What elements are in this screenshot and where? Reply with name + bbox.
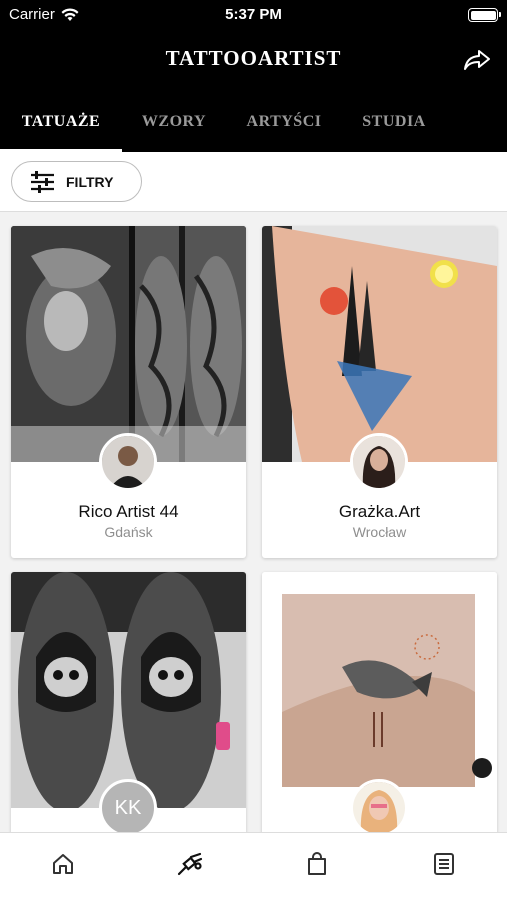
bottom-nav: [0, 832, 507, 900]
category-tabs: TATUAŻE WZORY ARTYŚCI STUDIA: [0, 92, 507, 152]
artist-avatar[interactable]: [350, 779, 408, 837]
tattoo-photo[interactable]: [262, 572, 497, 808]
share-arrow-icon[interactable]: [463, 48, 491, 72]
sliders-icon: [31, 170, 54, 193]
nav-list[interactable]: [380, 833, 507, 900]
artist-city: Gdańsk: [104, 524, 153, 540]
tab-label: ARTYŚCI: [246, 113, 322, 130]
artist-name: Rico Artist 44: [78, 502, 179, 521]
status-bar: Carrier 5:37 PM: [0, 0, 507, 30]
tattoo-photo[interactable]: [11, 572, 246, 808]
artist-city: Wrocław: [352, 524, 407, 540]
tattoo-photo[interactable]: [11, 226, 246, 462]
tab-label: TATUAŻE: [21, 113, 101, 130]
tab-studia[interactable]: STUDIA: [342, 92, 446, 152]
tab-tatuaze[interactable]: TATUAŻE: [0, 92, 122, 152]
shopping-bag-icon: [307, 851, 326, 875]
nav-home[interactable]: [0, 833, 127, 900]
app-header: TATTOOARTIST: [0, 30, 507, 92]
tattoo-card[interactable]: KK: [11, 572, 246, 862]
list-icon: [433, 852, 454, 875]
tab-artysci[interactable]: ARTYŚCI: [226, 92, 342, 152]
tattoo-machine-icon: [178, 852, 203, 875]
tattoo-photo[interactable]: [262, 226, 497, 462]
filter-button[interactable]: FILTRY: [11, 161, 142, 202]
filter-label: FILTRY: [66, 173, 114, 190]
artist-avatar[interactable]: [99, 433, 157, 491]
tab-wzory[interactable]: WZORY: [122, 92, 226, 152]
artist-name: Grażka.Art: [338, 502, 421, 521]
tattoo-card[interactable]: Grażka.Art Wrocław: [262, 226, 497, 558]
artist-avatar[interactable]: KK: [99, 779, 157, 837]
battery-icon: [468, 8, 501, 22]
clock: 5:37 PM: [225, 6, 282, 23]
nav-shop[interactable]: [254, 833, 381, 900]
filter-bar: FILTRY: [0, 152, 507, 212]
tab-label: STUDIA: [362, 113, 426, 130]
avatar-initials: KK: [114, 796, 142, 819]
tattoo-card[interactable]: [262, 572, 497, 862]
home-icon: [53, 853, 74, 874]
tab-label: WZORY: [141, 113, 207, 130]
nav-tattoos[interactable]: [127, 833, 254, 900]
tattoo-card[interactable]: Rico Artist 44 Gdańsk: [11, 226, 246, 558]
app-title: TATTOOARTIST: [165, 46, 342, 70]
artist-avatar[interactable]: [350, 433, 408, 491]
app: Carrier 5:37 PM TATTOOARTIST TATUAŻE WZO…: [0, 0, 507, 900]
